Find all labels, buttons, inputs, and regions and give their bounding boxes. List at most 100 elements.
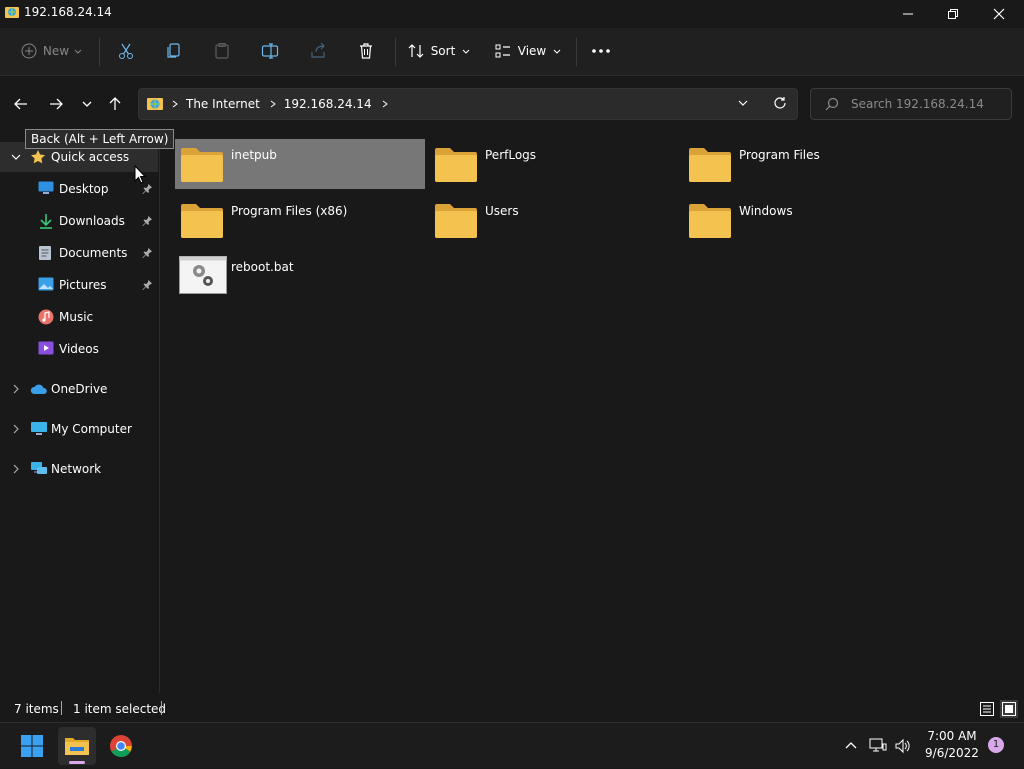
item-icon-wrap <box>433 200 479 240</box>
forward-button[interactable] <box>44 92 68 116</box>
sidebar-item-network[interactable]: Network <box>0 454 158 484</box>
windows-logo-icon <box>21 735 43 757</box>
chevron-up-icon <box>845 742 857 749</box>
folder-item[interactable]: PerfLogs <box>429 139 679 189</box>
pin-icon <box>142 184 152 194</box>
copy-icon <box>167 43 180 58</box>
status-divider <box>161 701 162 715</box>
item-count: 7 items <box>14 702 59 716</box>
breadcrumb-the-internet[interactable]: The Internet <box>186 97 260 111</box>
address-history-button[interactable] <box>737 97 749 112</box>
computer-icon <box>31 422 47 435</box>
sidebar-item-label: Pictures <box>59 278 107 292</box>
documents-icon <box>39 246 51 260</box>
network-location-icon <box>147 98 163 110</box>
separator <box>395 38 396 66</box>
notification-badge[interactable]: 1 <box>988 737 1004 753</box>
details-view-icon <box>980 702 994 716</box>
network-status-button[interactable] <box>866 723 890 769</box>
file-item[interactable]: reboot.bat <box>175 251 425 301</box>
show-hidden-icons-button[interactable] <box>840 723 862 769</box>
copy-button[interactable] <box>160 36 188 66</box>
address-bar[interactable]: The Internet 192.168.24.14 <box>138 88 798 120</box>
delete-button[interactable] <box>352 36 380 66</box>
up-button[interactable] <box>103 92 127 116</box>
rename-button[interactable] <box>256 36 284 66</box>
details-view-button[interactable] <box>978 700 996 718</box>
share-icon <box>311 42 325 58</box>
folder-icon <box>435 148 477 182</box>
file-explorer-icon <box>65 738 89 755</box>
network-icon <box>31 462 47 474</box>
taskbar-chrome[interactable] <box>102 727 140 765</box>
chevron-down-icon <box>74 49 82 54</box>
folder-item[interactable]: Program Files <box>683 139 933 189</box>
onedrive-icon <box>30 384 47 394</box>
sidebar-item-pictures[interactable]: Pictures <box>0 270 158 300</box>
cut-button[interactable] <box>112 36 140 66</box>
sidebar-item-videos[interactable]: Videos <box>0 334 158 364</box>
back-tooltip: Back (Alt + Left Arrow) <box>25 129 175 149</box>
sidebar-item-downloads[interactable]: Downloads <box>0 206 158 236</box>
navigation-pane: Quick access Desktop Downloads Documents Pi… <box>0 131 160 693</box>
rename-icon <box>261 43 279 59</box>
minimize-button[interactable] <box>885 0 931 28</box>
clock[interactable]: 7:00 AM 9/6/2022 <box>922 728 982 762</box>
chevron-down-icon <box>462 49 470 54</box>
item-name: Users <box>485 204 519 218</box>
item-icon-wrap <box>179 200 225 240</box>
sidebar-item-onedrive[interactable]: OneDrive <box>0 374 158 404</box>
sidebar-item-label: Music <box>59 310 94 324</box>
back-button[interactable] <box>9 92 33 116</box>
chevron-right-icon <box>13 464 19 474</box>
sort-button[interactable]: Sort <box>404 36 474 66</box>
restore-button[interactable] <box>930 0 976 28</box>
chevron-right-icon <box>13 384 19 394</box>
chevron-right-icon <box>13 424 19 434</box>
folder-item[interactable]: inetpub <box>175 139 425 189</box>
arrow-right-icon <box>50 98 63 110</box>
search-box[interactable]: Search 192.168.24.14 <box>810 88 1012 120</box>
delete-icon <box>360 43 372 59</box>
pictures-icon <box>38 277 54 291</box>
sidebar-item-label: Desktop <box>59 182 109 196</box>
chevron-down-icon <box>553 49 561 54</box>
paste-button[interactable] <box>208 36 236 66</box>
folder-item[interactable]: Windows <box>683 195 933 245</box>
item-name: Program Files <box>739 148 820 162</box>
chevron-down-icon <box>11 154 21 160</box>
new-button[interactable]: New <box>16 36 88 66</box>
large-icons-view-button[interactable] <box>1000 700 1018 718</box>
close-button[interactable] <box>976 0 1022 28</box>
sidebar-item-documents[interactable]: Documents <box>0 238 158 268</box>
selection-count: 1 item selected <box>73 702 167 716</box>
sidebar-item-label: OneDrive <box>51 382 108 396</box>
start-button[interactable] <box>13 727 51 765</box>
chevron-right-icon <box>270 100 276 108</box>
recent-locations-button[interactable] <box>75 92 99 116</box>
item-name: PerfLogs <box>485 148 537 162</box>
notification-count: 1 <box>992 739 1000 750</box>
desktop-icon <box>38 181 54 194</box>
folder-item[interactable]: Program Files (x86) <box>175 195 425 245</box>
new-icon <box>21 43 37 59</box>
sidebar-item-music[interactable]: Music <box>0 302 158 332</box>
sidebar-item-label: Videos <box>59 342 99 356</box>
volume-button[interactable] <box>891 723 915 769</box>
paste-icon <box>215 43 229 59</box>
new-label: New <box>42 44 70 58</box>
share-button[interactable] <box>304 36 332 66</box>
refresh-button[interactable] <box>773 96 787 113</box>
taskbar-file-explorer[interactable] <box>58 727 96 765</box>
breadcrumb-host[interactable]: 192.168.24.14 <box>284 97 372 111</box>
view-button[interactable]: View <box>490 36 566 66</box>
search-icon <box>825 97 839 111</box>
sort-icon <box>408 44 424 58</box>
folder-item[interactable]: Users <box>429 195 679 245</box>
pin-icon <box>142 280 152 290</box>
batch-file-icon <box>179 256 227 294</box>
sidebar-item-my-computer[interactable]: My Computer <box>0 414 158 444</box>
item-name: inetpub <box>231 148 277 162</box>
see-more-button[interactable] <box>586 36 616 66</box>
item-icon-wrap <box>687 200 733 240</box>
